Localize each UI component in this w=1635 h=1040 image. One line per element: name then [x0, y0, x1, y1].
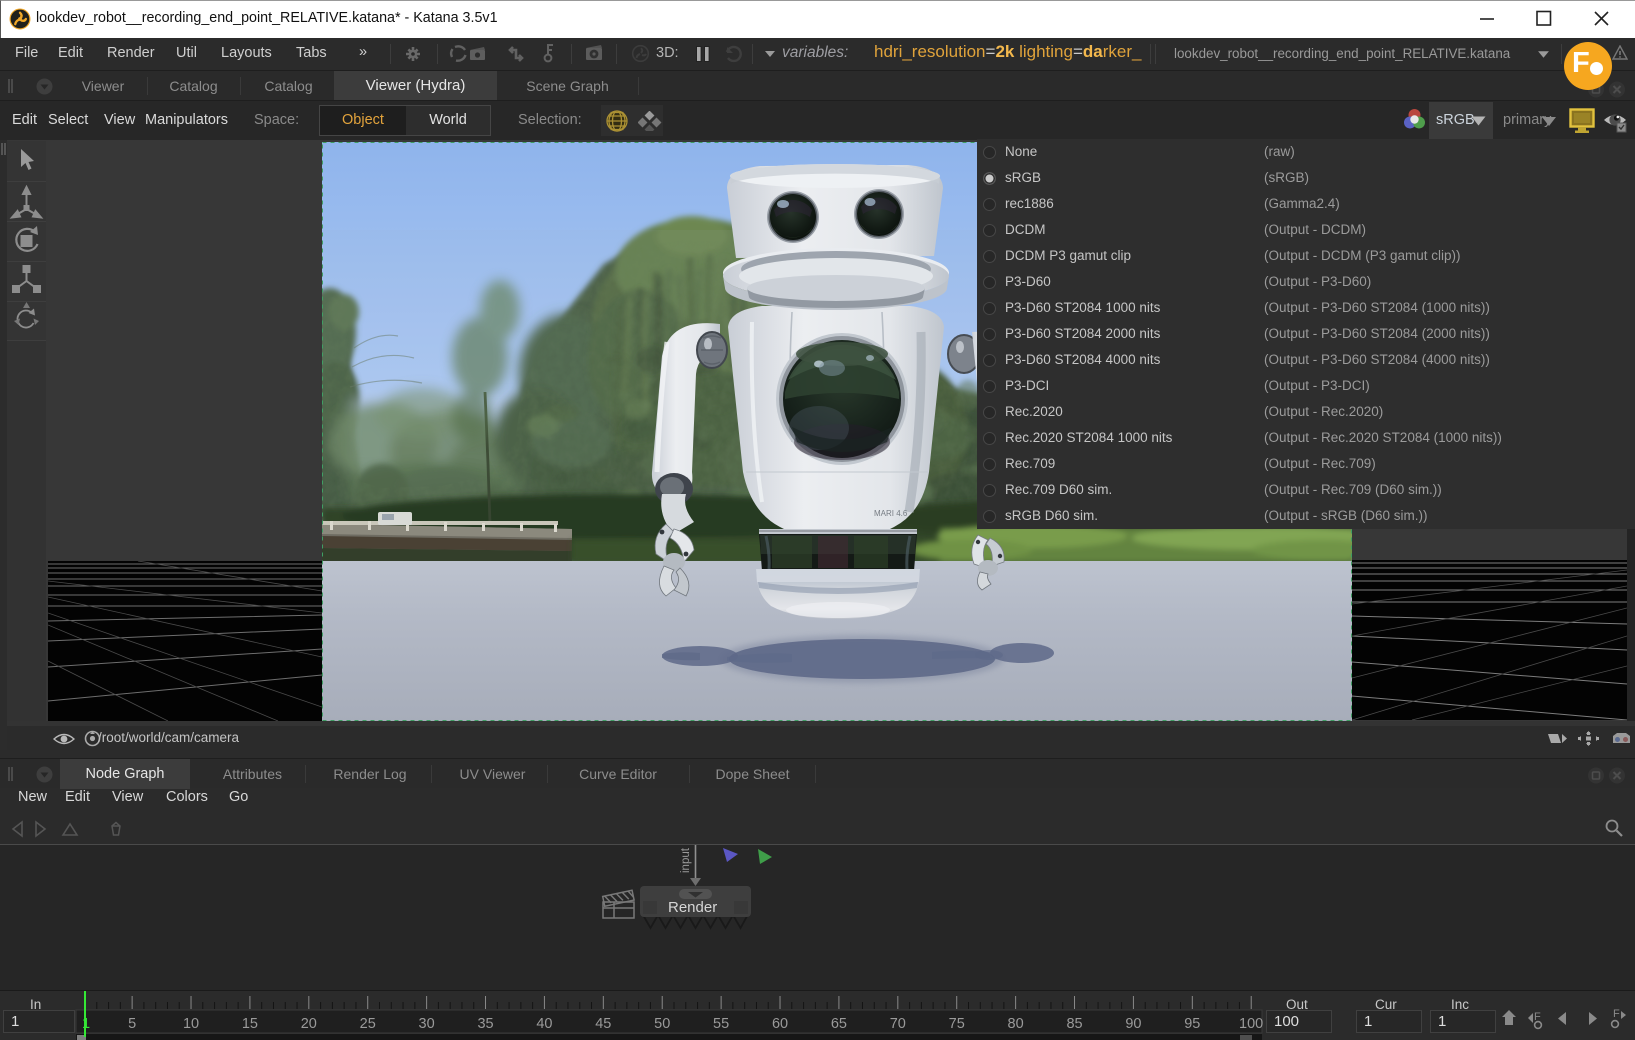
svg-text:35: 35 [477, 1016, 493, 1032]
svg-text:70: 70 [890, 1016, 906, 1032]
svg-text:15: 15 [242, 1016, 258, 1032]
svg-text:90: 90 [1125, 1016, 1141, 1032]
svg-text:65: 65 [831, 1016, 847, 1032]
svg-text:40: 40 [536, 1016, 552, 1032]
svg-text:85: 85 [1066, 1016, 1082, 1032]
svg-text:20: 20 [301, 1016, 317, 1032]
svg-text:60: 60 [772, 1016, 788, 1032]
svg-text:95: 95 [1184, 1016, 1200, 1032]
svg-text:45: 45 [595, 1016, 611, 1032]
svg-text:MARI 4.6: MARI 4.6 [874, 509, 908, 518]
svg-text:input: input [680, 847, 692, 873]
svg-text:100: 100 [1239, 1016, 1263, 1032]
svg-text:55: 55 [713, 1016, 729, 1032]
svg-text:5: 5 [128, 1016, 136, 1032]
svg-text:75: 75 [949, 1016, 965, 1032]
svg-text:80: 80 [1008, 1016, 1024, 1032]
svg-text:10: 10 [183, 1016, 199, 1032]
svg-text:1: 1 [82, 1016, 90, 1032]
svg-text:F: F [1613, 1008, 1620, 1020]
svg-text:30: 30 [419, 1016, 435, 1032]
svg-text:Render: Render [668, 899, 717, 916]
svg-text:25: 25 [360, 1016, 376, 1032]
svg-text:50: 50 [654, 1016, 670, 1032]
